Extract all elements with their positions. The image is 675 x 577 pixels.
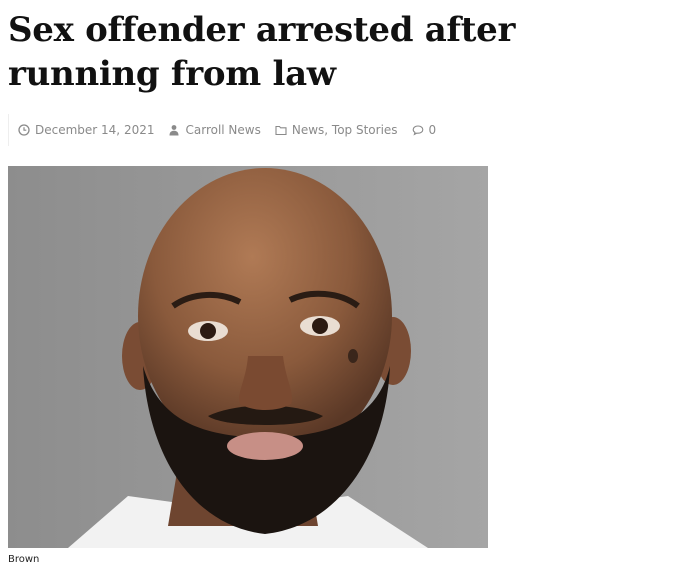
post-comments: 0 [412, 123, 437, 137]
image-caption: Brown [8, 554, 40, 565]
article-title: Sex offender arrested after running from… [8, 10, 516, 94]
post-meta: December 14, 2021 Carroll News News, Top… [8, 114, 649, 146]
post-date-link[interactable]: December 14, 2021 [35, 123, 154, 137]
categories-link[interactable]: News, Top Stories [292, 123, 398, 137]
comment-icon [412, 124, 424, 136]
post-categories: News, Top Stories [275, 123, 398, 137]
comments-link[interactable]: 0 [429, 123, 437, 137]
post-author: Carroll News [168, 123, 261, 137]
clock-icon [18, 124, 30, 136]
author-link[interactable]: Carroll News [185, 123, 260, 137]
user-icon [168, 124, 180, 136]
folder-icon [275, 124, 287, 136]
article-photo [8, 166, 488, 548]
post-date: December 14, 2021 [18, 123, 154, 137]
